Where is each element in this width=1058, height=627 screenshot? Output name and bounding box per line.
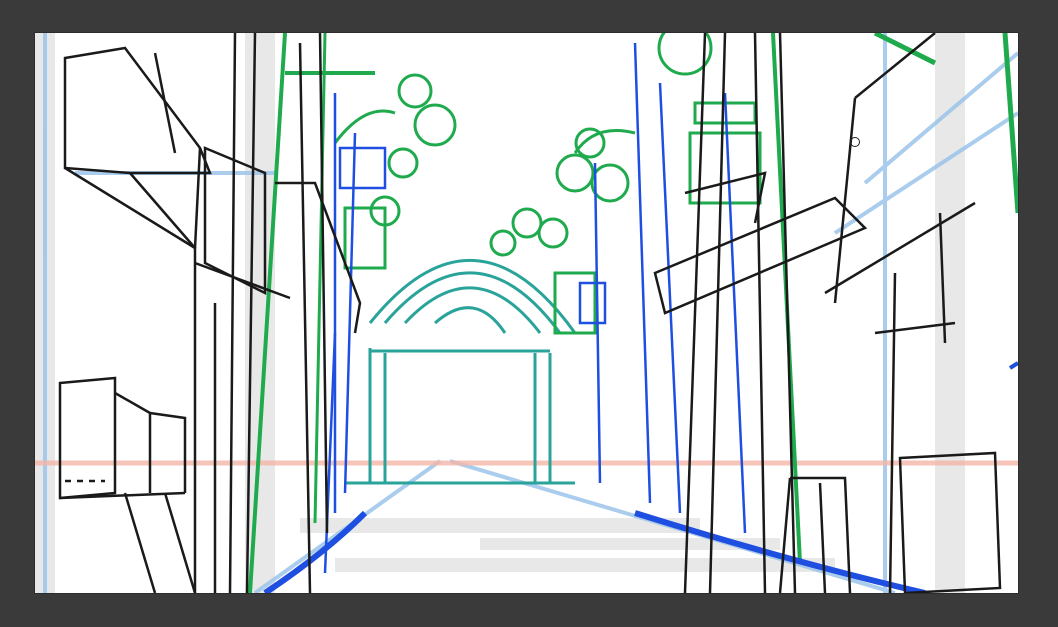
workspace: [0, 0, 1058, 627]
shading-layer: [35, 33, 965, 593]
brush-cursor-icon: [850, 137, 860, 147]
black-sketch-layer: [58, 33, 1002, 593]
sketch-layers: [35, 33, 1018, 593]
perspective-guide-layer: [43, 33, 1018, 593]
drawing-canvas[interactable]: [35, 33, 1018, 593]
archway-sketch: [345, 259, 577, 485]
blue-sketch-layer: [263, 42, 1018, 593]
